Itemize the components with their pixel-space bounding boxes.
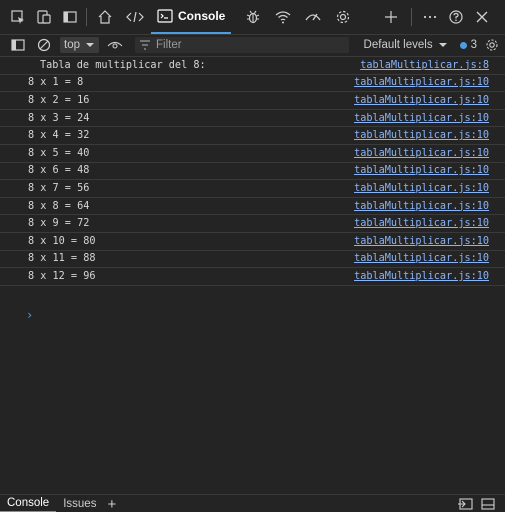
devtools-toolbar: Console bbox=[0, 0, 505, 35]
elements-code-icon[interactable] bbox=[123, 5, 147, 29]
show-sidebar-icon[interactable] bbox=[6, 33, 30, 57]
console-message-text: 8 x 8 = 64 bbox=[28, 200, 90, 212]
toolbar-divider bbox=[411, 8, 413, 26]
log-levels-label: Default levels bbox=[363, 39, 433, 51]
console-message-text: 8 x 7 = 56 bbox=[28, 182, 90, 194]
bug-icon[interactable] bbox=[241, 5, 265, 29]
console-message-row: 8 x 1 = 8 tablaMultiplicar.js:10 bbox=[0, 75, 505, 93]
console-message-row: 8 x 6 = 48 tablaMultiplicar.js:10 bbox=[0, 163, 505, 181]
console-source-link[interactable]: tablaMultiplicar.js:10 bbox=[354, 253, 505, 264]
console-message-text: 8 x 12 = 96 bbox=[28, 270, 96, 282]
devtools-panel: Console top Filter Default levels 3 Tabl… bbox=[0, 0, 519, 512]
console-message-row: Tabla de multiplicar del 8: tablaMultipli… bbox=[0, 57, 505, 75]
issues-icon bbox=[459, 41, 467, 49]
home-icon[interactable] bbox=[93, 5, 117, 29]
console-message-row: 8 x 8 = 64 tablaMultiplicar.js:10 bbox=[0, 198, 505, 216]
console-message-row: 8 x 7 = 56 tablaMultiplicar.js:10 bbox=[0, 180, 505, 198]
console-message-row: 8 x 5 = 40 tablaMultiplicar.js:10 bbox=[0, 145, 505, 163]
live-expression-eye-icon[interactable] bbox=[103, 33, 127, 57]
console-source-link[interactable]: tablaMultiplicar.js:8 bbox=[360, 60, 505, 71]
console-message-row: 8 x 11 = 88 tablaMultiplicar.js:10 bbox=[0, 251, 505, 269]
drawer-tabbar: Console Issues + bbox=[0, 494, 505, 512]
page-edge bbox=[505, 0, 519, 512]
console-source-link[interactable]: tablaMultiplicar.js:10 bbox=[354, 148, 505, 159]
console-message-row: 8 x 10 = 80 tablaMultiplicar.js:10 bbox=[0, 233, 505, 251]
console-message-text: 8 x 4 = 32 bbox=[28, 130, 90, 142]
console-icon bbox=[157, 9, 173, 23]
toolbar-divider bbox=[86, 8, 87, 26]
console-message-text: 8 x 1 = 8 bbox=[28, 77, 84, 89]
filter-input[interactable]: Filter bbox=[135, 37, 349, 53]
console-source-link[interactable]: tablaMultiplicar.js:10 bbox=[354, 95, 505, 106]
console-source-link[interactable]: tablaMultiplicar.js:10 bbox=[354, 165, 505, 176]
console-message-text: 8 x 6 = 48 bbox=[28, 165, 90, 177]
console-source-link[interactable]: tablaMultiplicar.js:10 bbox=[354, 218, 505, 229]
add-drawer-tab-icon[interactable]: + bbox=[107, 496, 116, 512]
console-message-row: 8 x 4 = 32 tablaMultiplicar.js:10 bbox=[0, 127, 505, 145]
console-message-text: 8 x 10 = 80 bbox=[28, 235, 96, 247]
context-select[interactable]: top bbox=[60, 37, 99, 53]
log-levels-select[interactable]: Default levels 3 bbox=[364, 38, 505, 52]
console-message-row: 8 x 2 = 16 tablaMultiplicar.js:10 bbox=[0, 92, 505, 110]
console-source-link[interactable]: tablaMultiplicar.js:10 bbox=[354, 236, 505, 247]
context-select-value: top bbox=[64, 39, 80, 51]
console-log: Tabla de multiplicar del 8: tablaMultipli… bbox=[0, 57, 505, 286]
console-message-row: 8 x 9 = 72 tablaMultiplicar.js:10 bbox=[0, 215, 505, 233]
tab-console-label: Console bbox=[178, 9, 226, 23]
console-message-row: 8 x 3 = 24 tablaMultiplicar.js:10 bbox=[0, 110, 505, 128]
console-toolbar: top Filter Default levels 3 bbox=[0, 34, 505, 57]
filter-icon bbox=[140, 40, 150, 50]
sidebar-toggle-icon[interactable] bbox=[58, 5, 82, 29]
chevron-down-icon bbox=[86, 43, 94, 47]
settings-gear-icon[interactable] bbox=[331, 5, 355, 29]
issues-count[interactable]: 3 bbox=[471, 39, 477, 51]
clear-console-icon[interactable] bbox=[32, 33, 56, 57]
inspect-icon[interactable] bbox=[6, 5, 30, 29]
console-prompt[interactable]: › bbox=[26, 308, 33, 322]
drawer-tab-issues[interactable]: Issues bbox=[56, 495, 103, 512]
filter-placeholder: Filter bbox=[156, 39, 182, 51]
console-source-link[interactable]: tablaMultiplicar.js:10 bbox=[354, 201, 505, 212]
device-emulation-icon[interactable] bbox=[32, 5, 56, 29]
console-message-text: 8 x 11 = 88 bbox=[28, 253, 96, 265]
wifi-icon[interactable] bbox=[271, 5, 295, 29]
console-message-text: 8 x 3 = 24 bbox=[28, 112, 90, 124]
chevron-down-icon bbox=[438, 43, 447, 47]
drawer-tab-console[interactable]: Console bbox=[0, 495, 57, 512]
console-source-link[interactable]: tablaMultiplicar.js:10 bbox=[354, 77, 505, 88]
performance-icon[interactable] bbox=[301, 5, 325, 29]
console-source-link[interactable]: tablaMultiplicar.js:10 bbox=[354, 130, 505, 141]
help-icon[interactable] bbox=[444, 5, 468, 29]
console-source-link[interactable]: tablaMultiplicar.js:10 bbox=[354, 271, 505, 282]
close-icon[interactable] bbox=[470, 5, 494, 29]
console-message-text: 8 x 5 = 40 bbox=[28, 147, 90, 159]
console-source-link[interactable]: tablaMultiplicar.js:10 bbox=[354, 113, 505, 124]
console-settings-gear-icon[interactable] bbox=[485, 38, 499, 52]
console-message-text: 8 x 9 = 72 bbox=[28, 218, 90, 230]
console-message-text: Tabla de multiplicar del 8: bbox=[40, 59, 206, 71]
console-message-row: 8 x 12 = 96 tablaMultiplicar.js:10 bbox=[0, 268, 505, 286]
console-source-link[interactable]: tablaMultiplicar.js:10 bbox=[354, 183, 505, 194]
close-drawer-icon[interactable] bbox=[481, 498, 495, 510]
dock-drawer-icon[interactable] bbox=[457, 498, 473, 510]
tab-console[interactable]: Console bbox=[151, 0, 232, 34]
more-icon[interactable] bbox=[418, 5, 442, 29]
add-tab-icon[interactable] bbox=[379, 5, 403, 29]
console-message-text: 8 x 2 = 16 bbox=[28, 94, 90, 106]
